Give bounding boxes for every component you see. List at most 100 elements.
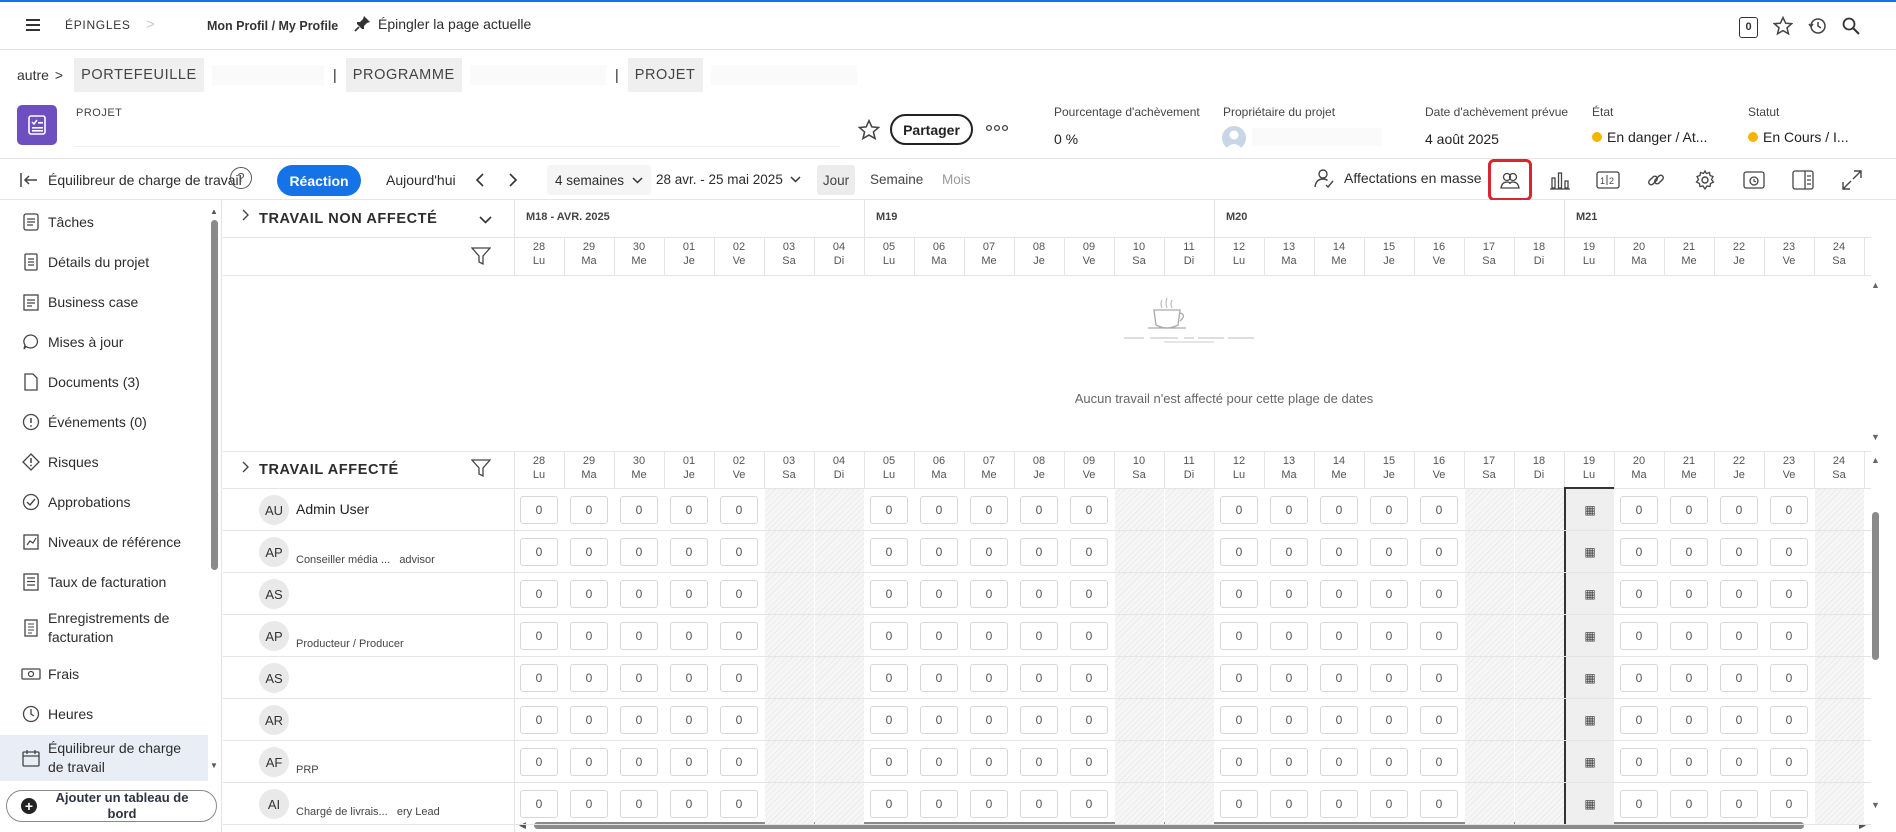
hours-input[interactable]: 0 [1620, 580, 1658, 608]
range-select[interactable]: 4 semaines [547, 165, 652, 195]
hours-input[interactable]: 0 [1370, 538, 1408, 566]
hours-input[interactable]: 0 [720, 538, 758, 566]
hours-input[interactable]: 0 [1620, 664, 1658, 692]
hours-input[interactable]: 0 [1320, 622, 1358, 650]
scroll-left-arrow-icon[interactable]: ◀ [519, 820, 526, 831]
hours-input[interactable]: 0 [870, 664, 908, 692]
hours-input[interactable]: 0 [1220, 496, 1258, 524]
hours-input[interactable]: 0 [1670, 496, 1708, 524]
hours-input[interactable]: 0 [1070, 706, 1108, 734]
hours-input[interactable]: 0 [620, 622, 658, 650]
hours-input[interactable]: 0 [570, 622, 608, 650]
hours-input[interactable]: 0 [1720, 622, 1758, 650]
history-icon[interactable] [1807, 16, 1827, 36]
user-avatar[interactable]: AI [259, 789, 289, 819]
hours-input[interactable]: 0 [1370, 664, 1408, 692]
hours-input[interactable]: 0 [970, 538, 1008, 566]
sidebar-item-updates[interactable]: Mises à jour [0, 329, 208, 355]
hours-input[interactable]: 0 [1770, 538, 1808, 566]
hours-input[interactable]: 0 [870, 580, 908, 608]
hours-input[interactable]: 0 [1020, 706, 1058, 734]
hours-input[interactable]: 0 [1070, 496, 1108, 524]
hours-input[interactable]: 0 [920, 748, 958, 776]
share-button[interactable]: Partager [890, 114, 973, 145]
grid-scroll-up-icon[interactable]: ▲ [1871, 280, 1880, 290]
hours-input[interactable]: 0 [1420, 538, 1458, 566]
hours-input[interactable]: 0 [1220, 580, 1258, 608]
hours-input[interactable]: 0 [1620, 538, 1658, 566]
hours-input[interactable]: 0 [720, 748, 758, 776]
hours-input[interactable]: 0 [1770, 496, 1808, 524]
user-name[interactable]: Admin User [296, 501, 369, 517]
hours-input[interactable]: 0 [1420, 790, 1458, 818]
profile-link[interactable]: Mon Profil / My Profile [207, 19, 338, 33]
sidebar-item-workload-balancer[interactable]: Équilibreur de charge de travail [0, 735, 208, 781]
sidebar-item-hours[interactable]: Heures [0, 701, 208, 727]
hours-input[interactable]: 0 [1070, 622, 1108, 650]
hours-input[interactable]: 0 [1320, 790, 1358, 818]
hours-input[interactable]: 0 [1070, 748, 1108, 776]
calendar-cell[interactable]: ▦ [1564, 741, 1614, 782]
hours-input[interactable]: 0 [1770, 580, 1808, 608]
hours-input[interactable]: 0 [1270, 706, 1308, 734]
owner-name[interactable] [1252, 128, 1382, 146]
link-icon[interactable] [1641, 165, 1671, 195]
hours-input[interactable]: 0 [720, 790, 758, 818]
hours-input[interactable]: 0 [1620, 706, 1658, 734]
assigned-scrollbar[interactable] [1872, 512, 1879, 660]
bulk-assign-button[interactable]: Affectations en masse [1314, 168, 1481, 188]
menu-icon[interactable] [26, 19, 40, 31]
pins-menu[interactable]: ÉPINGLES [65, 18, 131, 32]
hours-input[interactable]: 0 [1770, 790, 1808, 818]
breadcrumb-program[interactable]: PROGRAMME [345, 58, 462, 92]
date-range-picker[interactable]: 28 avr. - 25 mai 2025 [656, 172, 801, 187]
sidebar-item-risks[interactable]: Risques [0, 449, 208, 475]
hours-input[interactable]: 0 [720, 622, 758, 650]
collapse-chevron-down-icon[interactable] [479, 216, 492, 224]
hours-input[interactable]: 0 [570, 706, 608, 734]
user-avatar[interactable]: AR [259, 705, 289, 735]
today-button[interactable]: Aujourd'hui [386, 172, 456, 188]
hours-input[interactable]: 0 [1370, 706, 1408, 734]
fullscreen-icon[interactable] [1837, 165, 1867, 195]
hours-input[interactable]: 0 [1020, 622, 1058, 650]
hours-input[interactable]: 0 [1620, 790, 1658, 818]
view-week-tab[interactable]: Semaine [870, 172, 923, 187]
favorite-star-icon[interactable] [858, 119, 880, 141]
hours-input[interactable]: 0 [520, 706, 558, 734]
hours-input[interactable]: 0 [970, 622, 1008, 650]
hours-input[interactable]: 0 [1420, 622, 1458, 650]
user-avatar[interactable]: AF [259, 747, 289, 777]
hours-input[interactable]: 0 [1670, 580, 1708, 608]
hours-input[interactable]: 0 [1020, 790, 1058, 818]
hours-input[interactable]: 0 [1320, 538, 1358, 566]
hours-input[interactable]: 0 [1720, 580, 1758, 608]
hours-input[interactable]: 0 [970, 790, 1008, 818]
hours-input[interactable]: 0 [1220, 706, 1258, 734]
hours-input[interactable]: 0 [620, 748, 658, 776]
hours-input[interactable]: 0 [1720, 748, 1758, 776]
hours-input[interactable]: 0 [670, 790, 708, 818]
hours-input[interactable]: 0 [1270, 664, 1308, 692]
hours-input[interactable]: 0 [1370, 748, 1408, 776]
timeline-icon[interactable] [1739, 165, 1769, 195]
hours-input[interactable]: 0 [1770, 622, 1808, 650]
hours-input[interactable]: 0 [1320, 664, 1358, 692]
hours-input[interactable]: 0 [1220, 748, 1258, 776]
hours-input[interactable]: 0 [570, 748, 608, 776]
calendar-cell[interactable]: ▦ [1564, 489, 1614, 530]
pin-page-button[interactable]: Épingler la page actuelle [354, 15, 531, 32]
hours-input[interactable]: 0 [1770, 748, 1808, 776]
hours-input[interactable]: 0 [970, 706, 1008, 734]
hours-input[interactable]: 0 [920, 538, 958, 566]
chevron-right-icon[interactable] [241, 461, 250, 473]
hours-input[interactable]: 0 [570, 496, 608, 524]
hours-input[interactable]: 0 [1270, 580, 1308, 608]
hours-input[interactable]: 0 [1320, 748, 1358, 776]
sidebar-item-billing-rates[interactable]: Taux de facturation [0, 569, 208, 595]
hours-input[interactable]: 0 [870, 706, 908, 734]
hours-input[interactable]: 0 [620, 706, 658, 734]
team-view-icon[interactable] [1488, 159, 1532, 201]
hours-input[interactable]: 0 [1420, 580, 1458, 608]
status-value[interactable]: En Cours / I... [1748, 129, 1849, 145]
